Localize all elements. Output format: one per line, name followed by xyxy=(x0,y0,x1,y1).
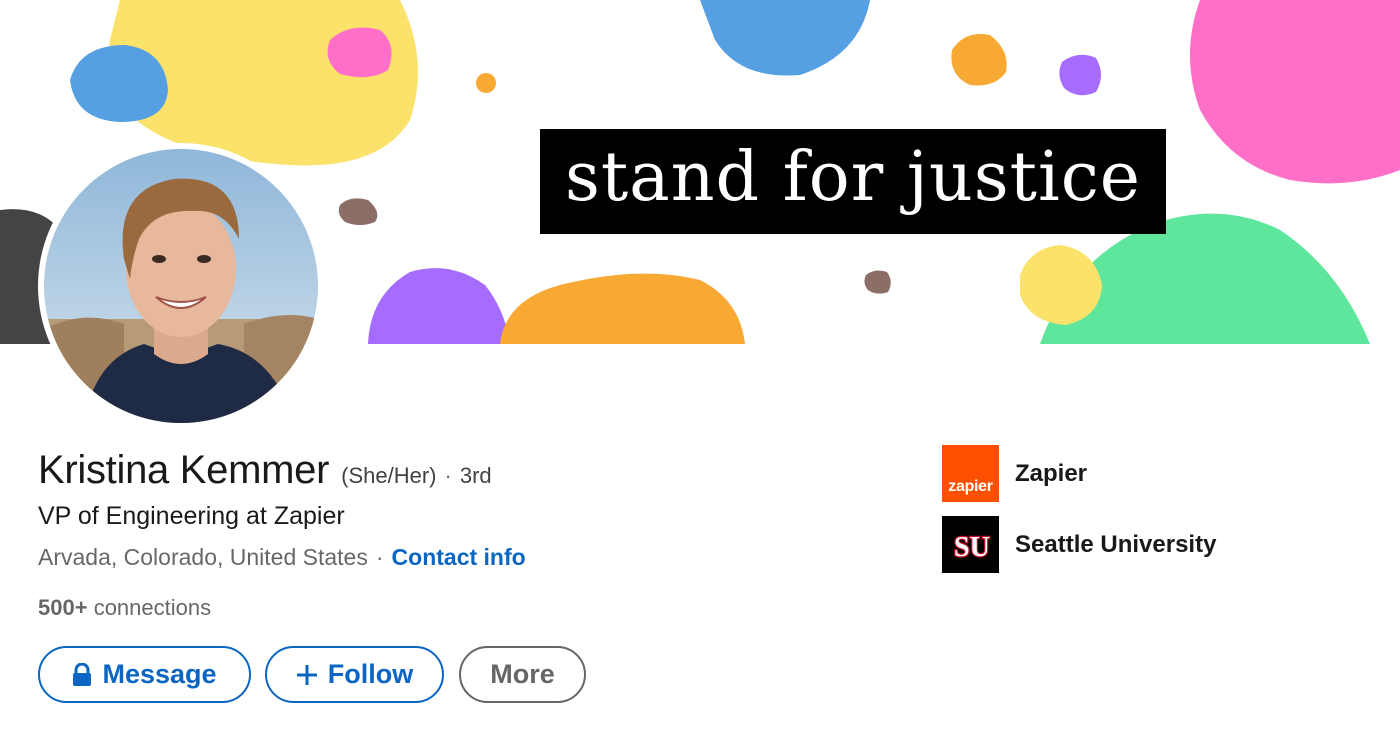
profile-photo[interactable] xyxy=(38,143,324,429)
zapier-logo: zapier xyxy=(942,445,999,502)
profile-headline: VP of Engineering at Zapier xyxy=(38,502,345,530)
person-photo-icon xyxy=(44,149,318,423)
connections-number: 500+ xyxy=(38,595,88,620)
org-name-seattle-university: Seattle University xyxy=(1015,530,1217,558)
follow-button[interactable]: Follow xyxy=(265,646,444,703)
contact-info-link[interactable]: Contact info xyxy=(392,544,526,571)
location-separator: · xyxy=(375,544,384,570)
connections-count[interactable]: 500+ connections xyxy=(38,595,211,621)
follow-label: Follow xyxy=(327,659,414,689)
org-name-zapier: Zapier xyxy=(1015,459,1088,487)
connection-degree: 3rd xyxy=(459,463,492,488)
message-label: Message xyxy=(102,659,217,689)
banner-text-box: stand for justice xyxy=(540,129,1166,234)
more-button[interactable]: More xyxy=(459,646,586,703)
location-text: Arvada, Colorado, United States xyxy=(38,544,368,570)
plus-icon xyxy=(296,664,318,686)
location-row: Arvada, Colorado, United States · Contac… xyxy=(38,544,526,571)
svg-text:SU: SU xyxy=(954,532,990,563)
lock-icon xyxy=(72,662,92,687)
degree-separator: · xyxy=(444,463,452,488)
seattle-university-logo: SU xyxy=(942,516,999,573)
more-label: More xyxy=(490,659,555,689)
org-item-zapier[interactable]: zapier Zapier xyxy=(942,445,1087,502)
name-row: Kristina Kemmer (She/Her) · 3rd xyxy=(38,448,492,493)
message-button[interactable]: Message xyxy=(38,646,251,703)
connections-label: connections xyxy=(93,595,212,620)
pronouns: (She/Her) xyxy=(341,463,437,488)
org-item-seattle-university[interactable]: SU Seattle University xyxy=(942,516,1216,573)
profile-name: Kristina Kemmer xyxy=(38,448,330,492)
banner-text: stand for justice xyxy=(564,138,1142,217)
